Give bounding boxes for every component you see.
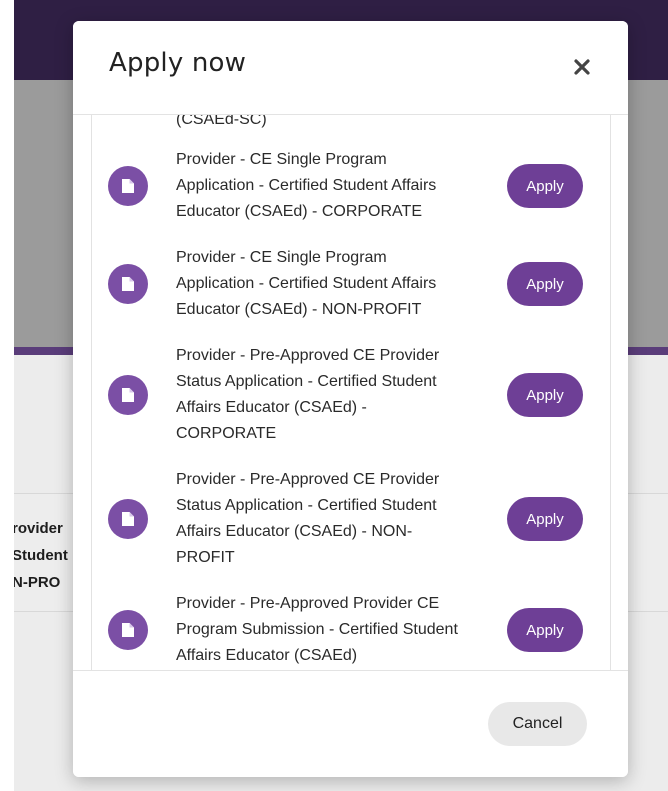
list-item-line: Program Submission - Certified Student — [176, 621, 458, 638]
list-item-line: Status Application - Certified Student — [176, 373, 437, 390]
list-item-line: Provider - Pre-Approved Provider CE — [176, 595, 440, 612]
dialog-footer: Cancel — [73, 670, 628, 777]
list-item-line: Application - Certified Student Affairs — [176, 177, 437, 194]
apply-button[interactable]: Apply — [507, 373, 583, 417]
list-item-label: Provider - CE Single Program Application… — [176, 147, 496, 225]
list-item-line: Status Application - Certified Student — [176, 497, 437, 514]
list-item-line: PROFIT — [176, 549, 235, 566]
list-item-label: Provider - Pre-Approved Provider CE Prog… — [176, 591, 496, 669]
list-item-line: Educator (CSAEd) - CORPORATE — [176, 203, 422, 220]
list-item-partial-text: (CSAEd-SC) — [176, 114, 267, 128]
document-icon — [108, 610, 148, 650]
list-item-line: Provider - CE Single Program — [176, 151, 387, 168]
dialog-header: Apply now — [73, 21, 628, 115]
list-item: Provider - Pre-Approved Provider CE Prog… — [92, 581, 610, 670]
list-item-line: Provider - Pre-Approved CE Provider — [176, 347, 440, 364]
list-item: Provider - CE Single Program Application… — [92, 235, 610, 333]
list-item: Provider - Pre-Approved CE Provider Stat… — [92, 333, 610, 457]
apply-button[interactable]: Apply — [507, 497, 583, 541]
background-row-line: N-PRO — [14, 574, 61, 591]
apply-button[interactable]: Apply — [507, 164, 583, 208]
document-icon — [108, 166, 148, 206]
list-item-line: Educator (CSAEd) - NON-PROFIT — [176, 301, 422, 318]
dialog-scroll-area[interactable]: (CSAEd-SC) Provider - CE Single Program … — [91, 114, 611, 670]
dialog-title: Apply now — [109, 48, 247, 78]
list-item-label: Provider - Pre-Approved CE Provider Stat… — [176, 343, 496, 447]
background-row-text: rovider Student N-PRO — [14, 515, 68, 596]
list-item-line: CORPORATE — [176, 425, 277, 442]
list-item-line: Provider - Pre-Approved CE Provider — [176, 471, 440, 488]
list-item-line: Application - Certified Student Affairs — [176, 275, 437, 292]
document-icon — [108, 264, 148, 304]
document-icon — [108, 375, 148, 415]
application-list: (CSAEd-SC) Provider - CE Single Program … — [92, 114, 610, 670]
background-row-line: rovider — [14, 520, 63, 537]
list-item: Provider - CE Single Program Application… — [92, 137, 610, 235]
apply-now-dialog: Apply now (CSAEd-SC) Provider - CE Singl… — [73, 21, 628, 777]
close-icon — [574, 59, 590, 75]
list-item-line: Affairs Educator (CSAEd) - — [176, 399, 367, 416]
list-item-line: Provider - CE Single Program — [176, 249, 387, 266]
list-item-label: Provider - CE Single Program Application… — [176, 245, 496, 323]
background-row-line: Student — [14, 547, 68, 564]
apply-button[interactable]: Apply — [507, 262, 583, 306]
cancel-button[interactable]: Cancel — [488, 702, 587, 746]
list-item-label: Provider - Pre-Approved CE Provider Stat… — [176, 467, 496, 571]
list-item: Provider - Pre-Approved CE Provider Stat… — [92, 457, 610, 581]
list-item-line: Affairs Educator (CSAEd) - NON- — [176, 523, 413, 540]
apply-button[interactable]: Apply — [507, 608, 583, 652]
list-item-line: Affairs Educator (CSAEd) — [176, 647, 358, 664]
close-button[interactable] — [570, 55, 594, 79]
document-icon — [108, 499, 148, 539]
